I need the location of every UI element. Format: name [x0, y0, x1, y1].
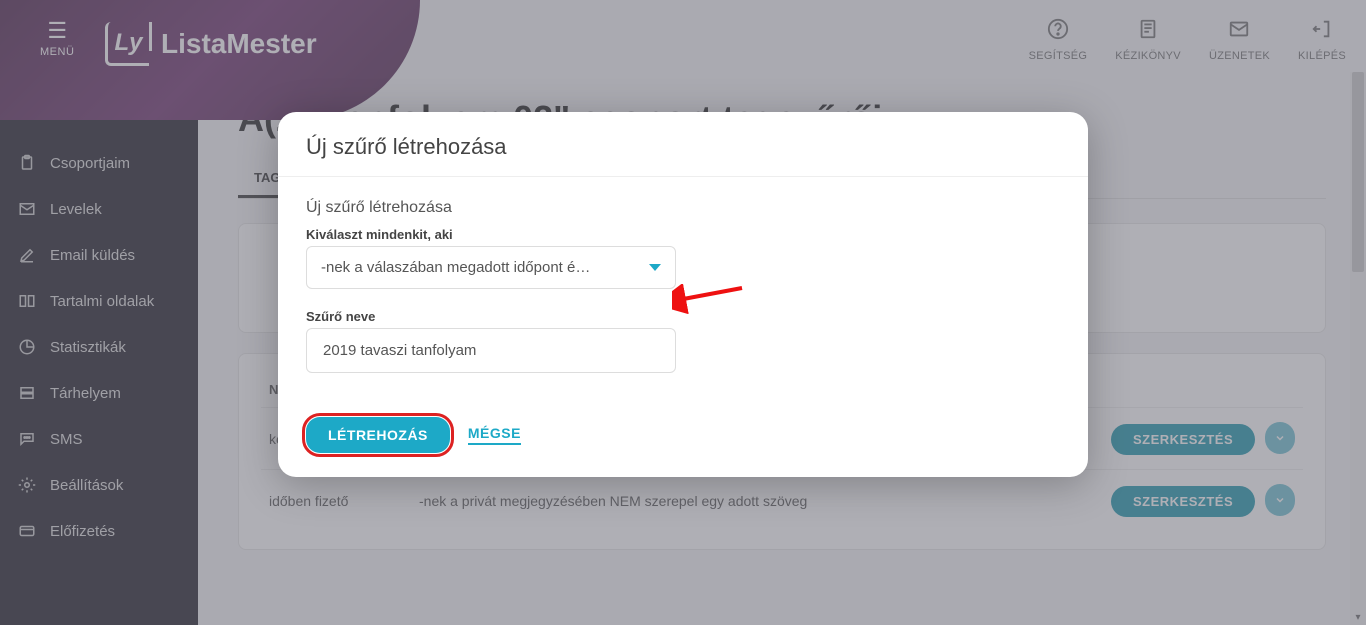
modal-title: Új szűrő létrehozása: [306, 134, 1060, 160]
filter-name-input-wrap: [306, 328, 676, 373]
filter-type-select[interactable]: -nek a válaszában megadott időpont é…: [306, 246, 676, 289]
chevron-down-icon: [649, 264, 661, 271]
new-filter-modal: Új szűrő létrehozása Új szűrő létrehozás…: [278, 112, 1088, 477]
modal-footer: LÉTREHOZÁS MÉGSE: [278, 409, 1088, 477]
filter-name-input[interactable]: [321, 341, 661, 360]
modal-subtitle: Új szűrő létrehozása: [306, 199, 1060, 217]
cancel-button[interactable]: MÉGSE: [468, 425, 521, 445]
name-label: Szűrő neve: [306, 309, 1060, 324]
select-value: -nek a válaszában megadott időpont é…: [321, 259, 590, 276]
create-button[interactable]: LÉTREHOZÁS: [306, 417, 450, 453]
select-label: Kiválaszt mindenkit, aki: [306, 227, 1060, 242]
modal-header: Új szűrő létrehozása: [278, 112, 1088, 177]
modal-body: Új szűrő létrehozása Kiválaszt mindenkit…: [278, 177, 1088, 409]
